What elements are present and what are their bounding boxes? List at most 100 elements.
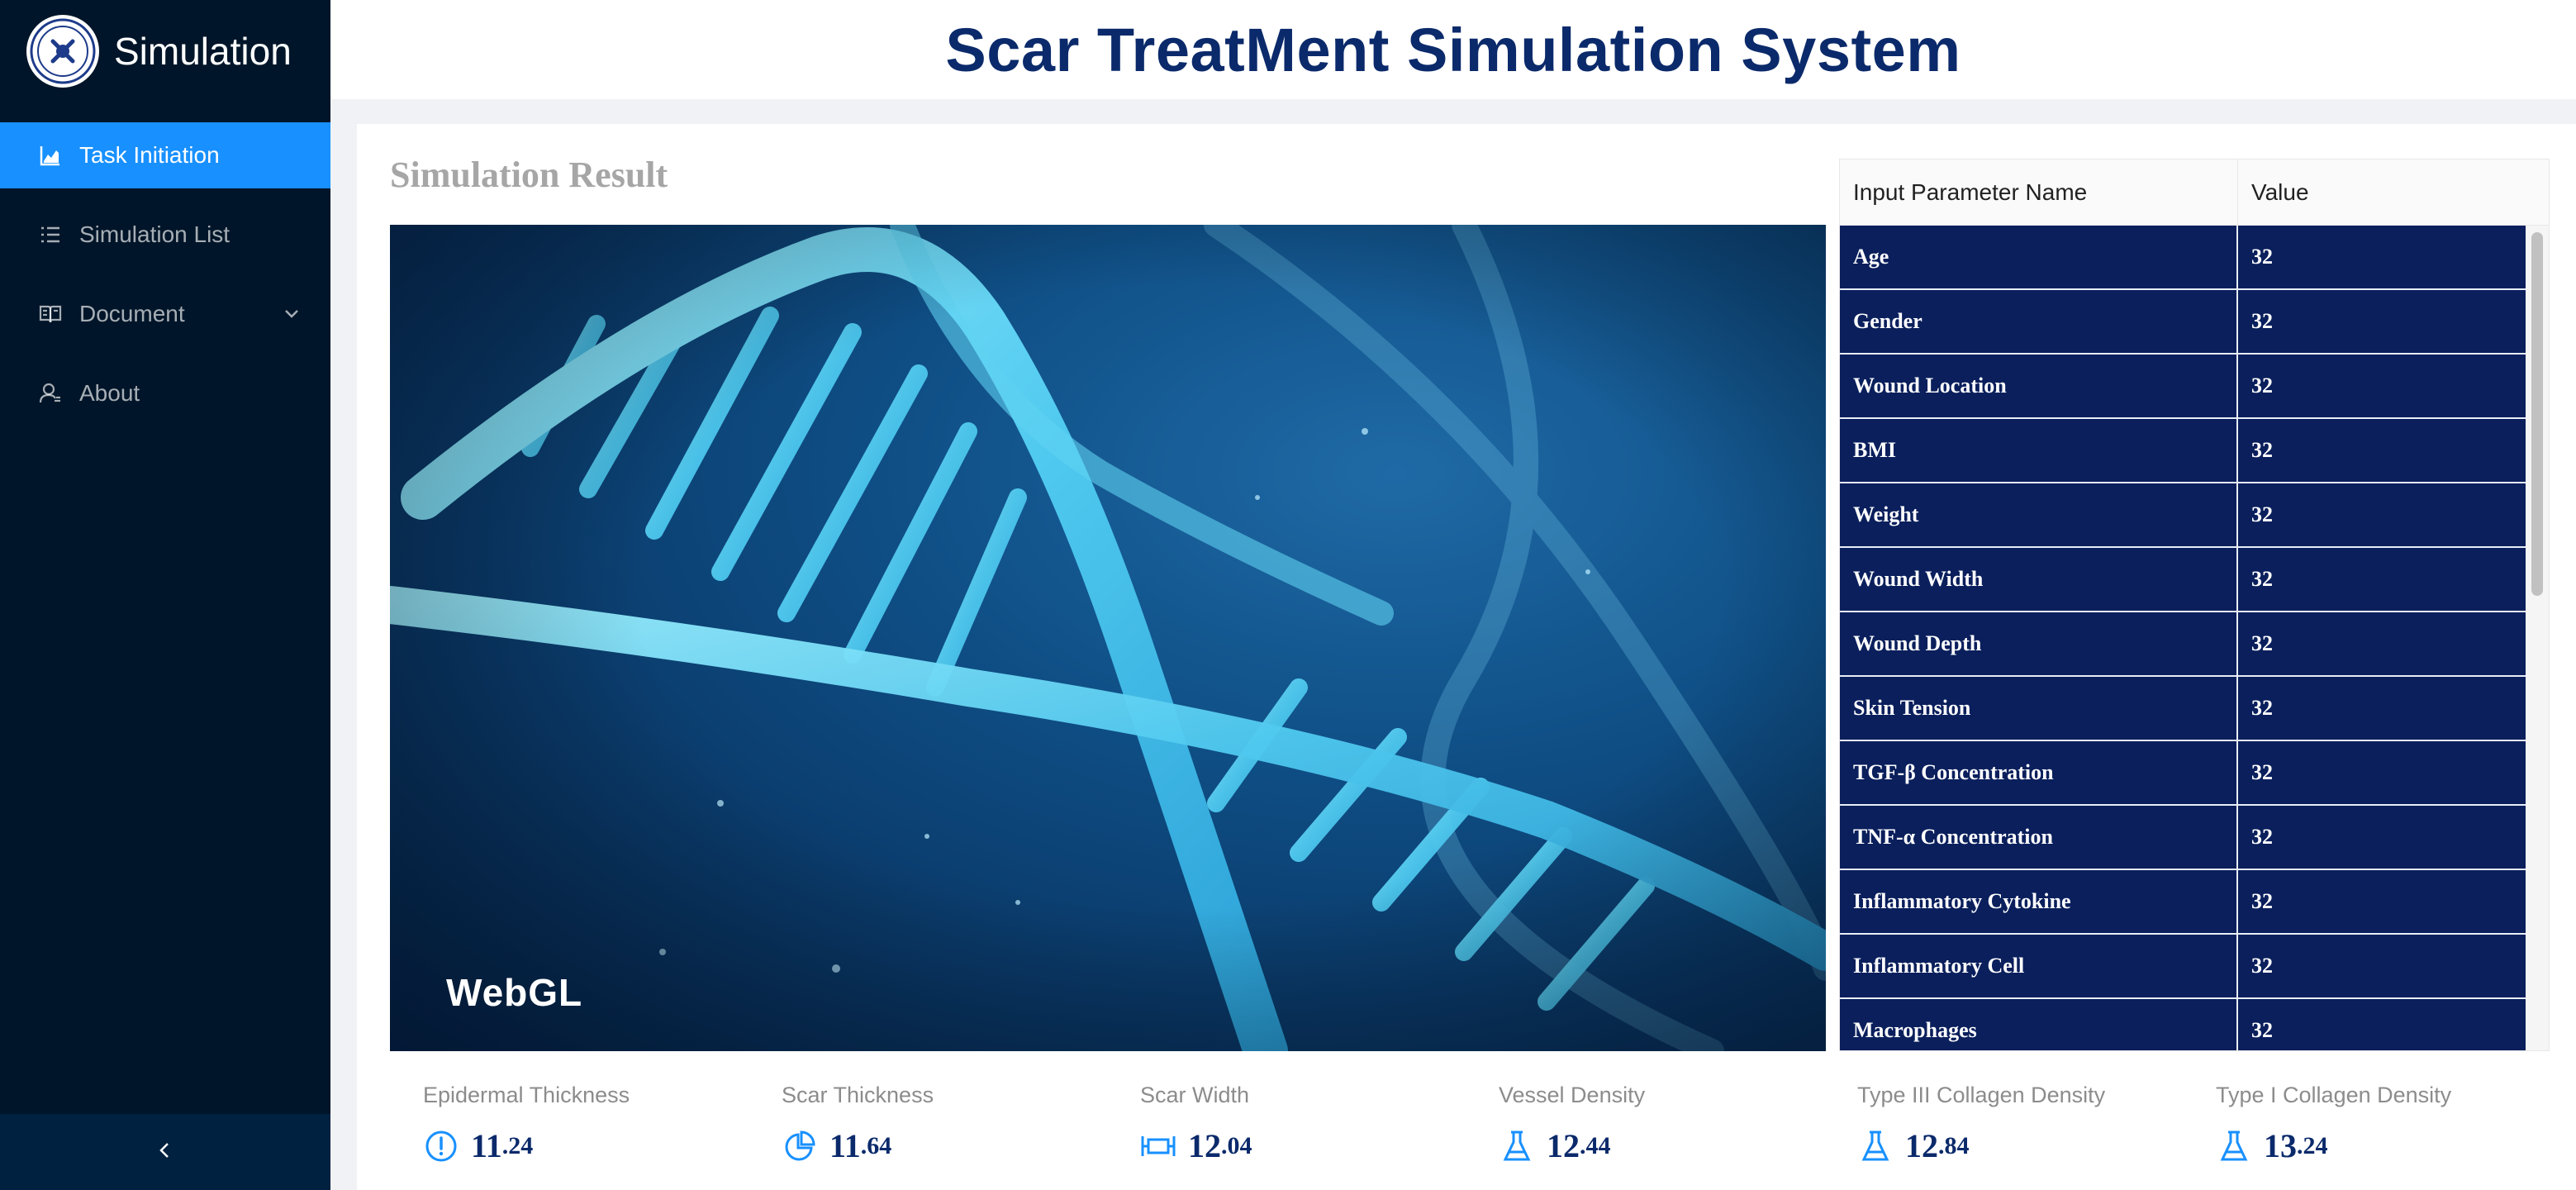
param-value-cell: 32 bbox=[2251, 309, 2273, 333]
section-title: Simulation Result bbox=[390, 155, 668, 195]
table-row: BMI 32 bbox=[1840, 419, 2526, 483]
param-name-cell: TNF-α Concentration bbox=[1840, 806, 2238, 869]
stat-value-int: 11 bbox=[829, 1127, 861, 1164]
stat-value: 11.64 bbox=[782, 1126, 1129, 1165]
stat-value-dec: .84 bbox=[1938, 1131, 1970, 1159]
user-icon bbox=[38, 381, 63, 406]
stat-value: 12.44 bbox=[1499, 1126, 1846, 1165]
sidebar-item-label: Document bbox=[79, 301, 185, 326]
param-name-cell: Inflammatory Cytokine bbox=[1840, 870, 2238, 933]
table-row: TGF-β Concentration 32 bbox=[1840, 741, 2526, 806]
sidebar-item-document[interactable]: Document bbox=[0, 281, 330, 347]
chevron-down-icon bbox=[283, 302, 301, 329]
table-row: Wound Width 32 bbox=[1840, 548, 2526, 612]
param-value-cell: 32 bbox=[2251, 245, 2273, 269]
stat-value-int: 12 bbox=[1188, 1127, 1221, 1164]
stat-value-dec: .24 bbox=[501, 1131, 534, 1159]
sidebar-item-label: Task Initiation bbox=[79, 142, 220, 168]
param-value-cell: 32 bbox=[2251, 567, 2273, 591]
param-name-cell: Wound Depth bbox=[1840, 612, 2238, 675]
column-header-name: Input Parameter Name bbox=[1840, 159, 2238, 225]
chevron-left-icon bbox=[155, 1140, 175, 1164]
param-name-cell: TGF-β Concentration bbox=[1840, 741, 2238, 804]
sidebar-item-label: About bbox=[79, 380, 140, 406]
stat-label: Epidermal Thickness bbox=[423, 1083, 630, 1107]
stat-value-int: 12 bbox=[1905, 1127, 1938, 1164]
table-row: Age 32 bbox=[1840, 226, 2526, 290]
param-name-cell: Inflammatory Cell bbox=[1840, 935, 2238, 997]
param-value-cell: 32 bbox=[2251, 631, 2273, 655]
flask-icon bbox=[1499, 1128, 1535, 1164]
stat-value-int: 11 bbox=[471, 1127, 502, 1164]
hospital-logo-icon bbox=[26, 15, 99, 88]
param-value-cell: 32 bbox=[2251, 696, 2273, 720]
column-header-value: Value bbox=[2251, 178, 2309, 205]
param-name-cell: Skin Tension bbox=[1840, 677, 2238, 740]
brand-title: Simulation bbox=[114, 30, 292, 73]
stat-value-dec: .44 bbox=[1580, 1131, 1611, 1159]
stat-value-int: 12 bbox=[1547, 1127, 1580, 1164]
stat-value-int: 13 bbox=[2264, 1127, 2297, 1164]
sidebar: Simulation Task Initiation Simulation Li… bbox=[0, 0, 330, 1190]
param-value-cell: 32 bbox=[2251, 889, 2273, 913]
table-header: Input Parameter Name Value bbox=[1840, 159, 2549, 226]
param-name-cell: Wound Location bbox=[1840, 355, 2238, 417]
flask-icon bbox=[1857, 1128, 1894, 1164]
param-name-cell: Macrophages bbox=[1840, 999, 2238, 1050]
stat-scar-thickness: Scar Thickness 11.64 bbox=[782, 1083, 1129, 1165]
stat-label: Type III Collagen Density bbox=[1857, 1083, 2106, 1107]
dna-helix-illustration bbox=[390, 225, 1826, 1051]
table-row: Wound Location 32 bbox=[1840, 355, 2526, 419]
stat-label: Type I Collagen Density bbox=[2216, 1083, 2452, 1107]
info-circle-icon bbox=[423, 1128, 459, 1164]
table-row: Macrophages 32 bbox=[1840, 999, 2526, 1050]
param-name-cell: Wound Width bbox=[1840, 548, 2238, 611]
sidebar-item-simulation-list[interactable]: Simulation List bbox=[0, 202, 330, 268]
result-stats: Epidermal Thickness 11.24 Scar Thickness… bbox=[423, 1083, 2571, 1190]
table-body[interactable]: Age 32 Gender 32 Wound Location 32 BMI 32 We… bbox=[1840, 226, 2526, 1050]
sidebar-item-about[interactable]: About bbox=[0, 360, 330, 426]
param-name-cell: Weight bbox=[1840, 483, 2238, 546]
stat-value: 13.24 bbox=[2216, 1126, 2563, 1165]
page-title: Scar TreatMent Simulation System bbox=[945, 15, 1961, 84]
stat-value: 12.84 bbox=[1857, 1126, 2204, 1165]
param-value-cell: 32 bbox=[2251, 954, 2273, 978]
table-row: Skin Tension 32 bbox=[1840, 677, 2526, 741]
stat-value-dec: .04 bbox=[1221, 1131, 1252, 1159]
param-name-cell: Age bbox=[1840, 226, 2238, 288]
viewer-label: WebGL bbox=[446, 971, 583, 1014]
stat-label: Vessel Density bbox=[1499, 1083, 1646, 1107]
stat-value-dec: .64 bbox=[860, 1131, 892, 1159]
table-row: TNF-α Concentration 32 bbox=[1840, 806, 2526, 870]
param-value-cell: 32 bbox=[2251, 438, 2273, 462]
sidebar-item-task-initiation[interactable]: Task Initiation bbox=[0, 122, 330, 188]
stat-label: Scar Thickness bbox=[782, 1083, 934, 1107]
stat-value: 11.24 bbox=[423, 1126, 770, 1165]
sidebar-item-label: Simulation List bbox=[79, 221, 231, 247]
flask-icon bbox=[2216, 1128, 2252, 1164]
param-value-cell: 32 bbox=[2251, 760, 2273, 784]
param-value-cell: 32 bbox=[2251, 1018, 2273, 1042]
param-value-cell: 32 bbox=[2251, 502, 2273, 526]
stat-epidermal-thickness: Epidermal Thickness 11.24 bbox=[423, 1083, 770, 1165]
stat-vessel-density: Vessel Density 12.44 bbox=[1499, 1083, 1846, 1165]
stat-label: Scar Width bbox=[1140, 1083, 1250, 1107]
width-measure-icon bbox=[1140, 1128, 1176, 1164]
param-value-cell: 32 bbox=[2251, 374, 2273, 397]
webgl-viewer[interactable]: WebGL bbox=[390, 225, 1826, 1051]
header: Scar TreatMent Simulation System bbox=[330, 0, 2576, 99]
sidebar-collapse-button[interactable] bbox=[0, 1114, 330, 1190]
table-scrollbar-thumb[interactable] bbox=[2531, 232, 2543, 596]
sidebar-menu: Task Initiation Simulation List Document… bbox=[0, 122, 330, 426]
param-name-cell: Gender bbox=[1840, 290, 2238, 353]
stat-value: 12.04 bbox=[1140, 1126, 1487, 1165]
list-icon bbox=[38, 222, 63, 247]
table-row: Weight 32 bbox=[1840, 483, 2526, 548]
param-value-cell: 32 bbox=[2251, 825, 2273, 849]
book-icon bbox=[38, 302, 63, 326]
table-row: Wound Depth 32 bbox=[1840, 612, 2526, 677]
table-row: Gender 32 bbox=[1840, 290, 2526, 355]
input-parameter-table: Input Parameter Name Value Age 32 Gender 3… bbox=[1839, 159, 2550, 1051]
stat-type-i-collagen-density: Type I Collagen Density 13.24 bbox=[2216, 1083, 2563, 1165]
simulation-result-card: Simulation Result WebGL Input Parameter … bbox=[357, 124, 2576, 1190]
